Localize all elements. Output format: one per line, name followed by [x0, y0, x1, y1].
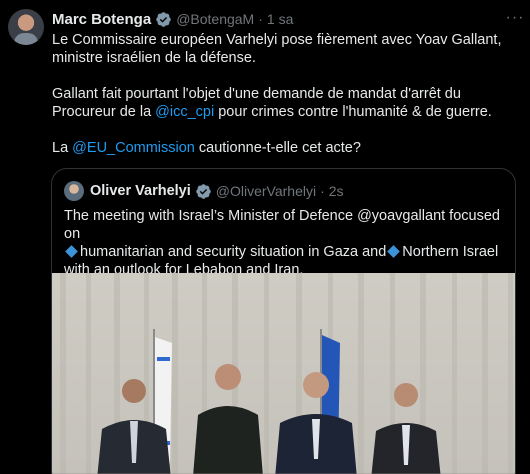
mention-eu-commission-link[interactable]: @EU_Commission [72, 140, 195, 156]
quoted-line-2: humanitarian and security situation in G… [64, 243, 509, 261]
person-4 [371, 383, 441, 474]
more-options-icon[interactable]: ··· [505, 8, 525, 28]
small-blue-diamond-icon [387, 245, 401, 259]
tweet-time[interactable]: 1 sa [267, 11, 293, 27]
author-avatar[interactable] [8, 9, 44, 45]
tweet-paragraph-2: Gallant fait pourtant l'objet d'une dema… [52, 86, 492, 120]
meeting-photo-illustration [52, 273, 515, 474]
author-name[interactable]: Marc Botenga [52, 11, 151, 28]
tweet-paragraph-1: Le Commissaire européen Varhelyi pose fi… [52, 32, 502, 66]
quoted-tweet-text: The meeting with Israel’s Minister of De… [64, 207, 509, 279]
quoted-tweet-photo[interactable] [52, 273, 515, 474]
quoted-tweet-header: Oliver Varhelyi @OliverVarhelyi · 2s [64, 181, 344, 201]
quoted-tweet[interactable]: Oliver Varhelyi @OliverVarhelyi · 2s The… [51, 168, 516, 474]
quoted-author-avatar[interactable] [64, 181, 84, 201]
tweet-header: Marc Botenga @BotengaM · 1 sa [52, 9, 293, 29]
mention-icc-link[interactable]: @icc_cpi [155, 104, 214, 120]
quoted-tweet-time[interactable]: 2s [329, 183, 344, 199]
verified-badge-icon [156, 11, 171, 27]
small-blue-diamond-icon [65, 245, 78, 259]
author-handle[interactable]: @BotengaM [176, 11, 254, 27]
person-3 [275, 372, 357, 474]
quoted-author-handle[interactable]: @OliverVarhelyi [216, 183, 316, 199]
separator-dot: · [320, 183, 325, 199]
separator-dot: · [258, 11, 263, 27]
tweet-text: Le Commissaire européen Varhelyi pose fi… [52, 31, 522, 157]
quoted-author-name[interactable]: Oliver Varhelyi [90, 183, 191, 199]
tweet[interactable]: Marc Botenga @BotengaM · 1 sa ··· Le Com… [0, 0, 530, 474]
tweet-paragraph-3: La @EU_Commission cautionne-t-elle cet a… [52, 140, 361, 156]
verified-badge-icon [196, 183, 211, 199]
quoted-line-1: The meeting with Israel’s Minister of De… [64, 208, 500, 242]
